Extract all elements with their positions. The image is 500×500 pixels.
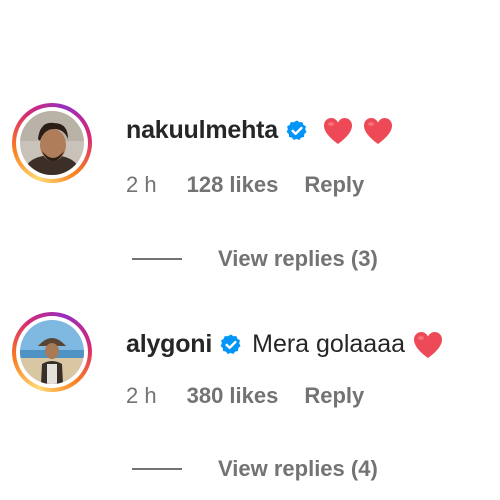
avatar[interactable] [20, 111, 84, 175]
verified-badge-icon [285, 119, 309, 143]
username-link[interactable]: alygoni [126, 330, 212, 359]
avatar[interactable] [20, 320, 84, 384]
likes-count[interactable]: 380 likes [187, 383, 279, 409]
red-heart-emoji [413, 331, 443, 359]
view-replies-button[interactable]: View replies (3) [132, 246, 378, 272]
likes-count[interactable]: 128 likes [187, 172, 279, 198]
comment-meta: 2 h 128 likes Reply [126, 172, 364, 198]
comment-timestamp: 2 h [126, 172, 157, 197]
comment-header: nakuulmehta [126, 116, 393, 145]
red-heart-emoji [363, 117, 393, 145]
reply-button[interactable]: Reply [304, 172, 364, 198]
divider-line [132, 468, 182, 470]
avatar-story-ring[interactable] [12, 312, 92, 392]
avatar-story-ring[interactable] [12, 103, 92, 183]
verified-badge-icon [219, 333, 243, 357]
view-replies-label: View replies (4) [218, 456, 378, 481]
divider-line [132, 258, 182, 260]
username-link[interactable]: nakuulmehta [126, 116, 278, 145]
comment-header: alygoni Mera golaaaa [126, 330, 443, 359]
reply-button[interactable]: Reply [304, 383, 364, 409]
view-replies-label: View replies (3) [218, 246, 378, 271]
comment-text: Mera golaaaa [252, 330, 406, 358]
view-replies-button[interactable]: View replies (4) [132, 456, 378, 482]
comment-timestamp: 2 h [126, 383, 157, 408]
red-heart-emoji [323, 117, 353, 145]
comment-meta: 2 h 380 likes Reply [126, 383, 364, 409]
